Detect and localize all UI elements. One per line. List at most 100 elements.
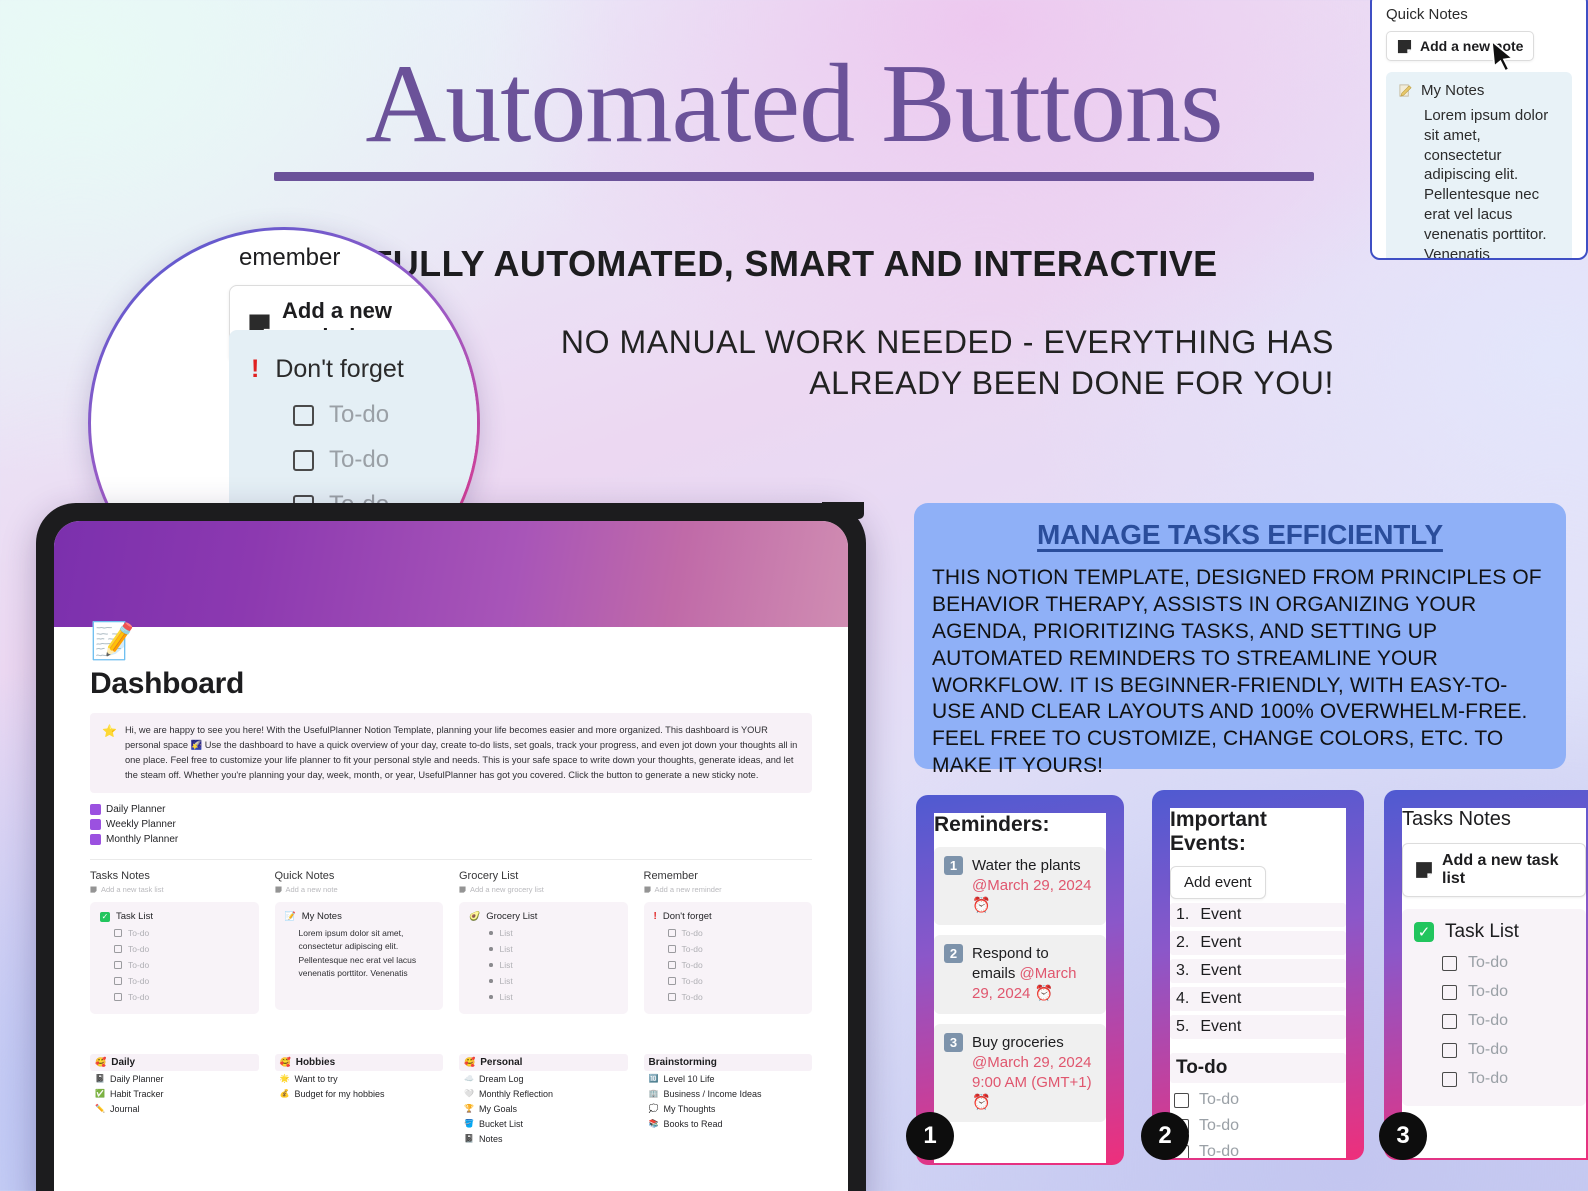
checkbox-icon[interactable] (667, 977, 676, 986)
event-number: 4. (1176, 990, 1190, 1007)
task-todo-row[interactable]: To-do (1414, 954, 1574, 972)
smiling-face-hearts-icon: 🥰 (279, 1057, 291, 1068)
todo-label: To-do (128, 944, 150, 955)
group-row[interactable]: ☁️ Dream Log (459, 1071, 628, 1086)
checkbox-icon[interactable] (1442, 955, 1457, 971)
checkbox-icon[interactable] (1442, 984, 1457, 1000)
add-new-task-list-button[interactable]: Add a new task list (1402, 843, 1586, 897)
todo-row[interactable]: To-do (100, 960, 249, 970)
card-body-text: Lorem ipsum dolor sit amet, consectetur … (298, 928, 417, 978)
column-add-button[interactable]: Add a new grocery list (459, 885, 628, 894)
column-head: Quick Notes (274, 870, 335, 883)
group-head: Brainstorming (643, 1054, 812, 1072)
checkbox-icon[interactable] (114, 961, 122, 970)
reminder-item[interactable]: 2 Respond to emails @March 29, 2024 ⏰ (934, 935, 1106, 1014)
group-row[interactable]: 🏆 My Goals (459, 1101, 628, 1116)
group-row[interactable]: 🔟 Level 10 Life (644, 1071, 813, 1086)
star-icon: 🌟 (279, 1074, 290, 1084)
group-row[interactable]: 🌟 Want to try (275, 1071, 444, 1086)
group-row[interactable]: ✏️ Journal (90, 1101, 259, 1116)
task-todo-row[interactable]: To-do (1414, 1041, 1574, 1059)
checkbox-icon[interactable] (293, 404, 314, 426)
dont-forget-title: Don't forget (275, 355, 404, 383)
checkbox-icon[interactable] (1442, 1071, 1457, 1087)
group-row[interactable]: 📓 Daily Planner (90, 1071, 259, 1086)
todo-label: To-do (128, 976, 150, 987)
checkbox-icon[interactable] (667, 993, 676, 1002)
todo-row[interactable]: To-do (654, 928, 803, 938)
welcome-callout: ⭐ Hi, we are happy to see you here! With… (90, 713, 812, 794)
task-todo-row[interactable]: To-do (1414, 1070, 1574, 1088)
reminder-number-badge: 2 (944, 944, 963, 964)
group-row[interactable]: 🏢 Business / Income Ideas (644, 1086, 813, 1101)
checkbox-icon[interactable] (114, 945, 122, 954)
group-row[interactable]: 💰 Budget for my hobbies (275, 1086, 444, 1101)
events-todo-row[interactable]: To-do (1170, 1117, 1346, 1135)
todo-row[interactable]: To-do (654, 992, 803, 1002)
planner-link-label: Monthly Planner (106, 834, 179, 846)
events-todo-row[interactable]: To-do (1170, 1143, 1346, 1158)
purple-book-icon: 📓 (95, 1074, 105, 1084)
remember-section-label: emember (239, 244, 341, 271)
group-row[interactable]: 🪣 Bucket List (459, 1116, 628, 1131)
dashboard-group: 🥰 Hobbies 🌟 Want to try 💰 Budget for my hobbi… (274, 1054, 444, 1146)
group-row[interactable]: 📚 Books to Read (644, 1116, 813, 1131)
column-add-label: Add a new task list (101, 885, 164, 895)
group-row-label: Budget for my hobbies (294, 1088, 385, 1099)
todo-row[interactable]: To-do (100, 992, 249, 1002)
task-todo-row[interactable]: To-do (1414, 983, 1574, 1001)
todo-row[interactable]: To-do (654, 960, 803, 970)
todo-label: To-do (1199, 1091, 1240, 1108)
magnifier-todo-row[interactable]: To-do (229, 446, 477, 474)
card-title: Grocery List (486, 911, 538, 923)
checkbox-icon[interactable] (114, 977, 122, 986)
column-add-button[interactable]: Add a new reminder (643, 885, 813, 894)
checkbox-icon[interactable] (667, 929, 676, 938)
column-add-button[interactable]: Add a new note (274, 885, 444, 894)
purple-book-icon (90, 804, 101, 816)
checkbox-icon[interactable] (114, 929, 122, 938)
checkbox-icon[interactable] (667, 961, 676, 970)
task-todo-row[interactable]: To-do (1414, 1012, 1574, 1030)
group-row[interactable]: 📓 Notes (459, 1131, 628, 1146)
bullet-row: List (469, 992, 618, 1002)
events-todo-row[interactable]: To-do (1170, 1091, 1346, 1109)
checkbox-icon[interactable] (1442, 1013, 1457, 1029)
event-number: 3. (1176, 962, 1190, 979)
card-title: My Notes (301, 911, 342, 923)
planner-link[interactable]: Daily Planner (90, 802, 812, 817)
event-row[interactable]: 1. Event (1170, 903, 1346, 927)
group-row[interactable]: 💭 My Thoughts (644, 1101, 813, 1116)
todo-label: To-do (681, 944, 703, 955)
checkbox-icon[interactable] (1174, 1092, 1189, 1108)
group-row[interactable]: ✅ Habit Tracker (90, 1086, 259, 1101)
add-event-button[interactable]: Add event (1170, 866, 1266, 899)
group-head-label: Daily (111, 1057, 136, 1069)
notebook-icon: 📓 (464, 1134, 474, 1144)
todo-row[interactable]: To-do (100, 976, 249, 986)
planner-link[interactable]: Monthly Planner (90, 832, 812, 847)
todo-label: To-do (1468, 1070, 1509, 1087)
checkbox-icon[interactable] (667, 945, 676, 954)
todo-row[interactable]: To-do (654, 944, 803, 954)
planner-link[interactable]: Weekly Planner (90, 817, 812, 832)
event-row[interactable]: 2. Event (1170, 931, 1346, 955)
reminder-item[interactable]: 3 Buy groceries @March 29, 2024 9:00 AM (… (934, 1023, 1106, 1122)
reminder-item[interactable]: 1 Water the plants @March 29, 2024 ⏰ (934, 847, 1106, 926)
checkbox-icon[interactable] (114, 993, 122, 1002)
checkbox-icon[interactable] (1442, 1042, 1457, 1058)
todo-row[interactable]: To-do (654, 976, 803, 986)
magnifier-todo-row[interactable]: To-do (229, 401, 477, 429)
todo-row[interactable]: To-do (100, 944, 249, 954)
event-row[interactable]: 4. Event (1170, 987, 1346, 1011)
manage-tasks-title: MANAGE TASKS EFFICIENTLY (1037, 519, 1443, 550)
column-add-button[interactable]: Add a new task list (90, 885, 259, 894)
checkbox-icon[interactable] (293, 449, 314, 471)
note-title: My Notes (1421, 82, 1485, 99)
event-row[interactable]: 3. Event (1170, 959, 1346, 983)
group-row-label: My Thoughts (663, 1103, 716, 1114)
group-row[interactable]: 🤍 Monthly Reflection (459, 1086, 628, 1101)
trophy-icon: 🏆 (464, 1104, 474, 1114)
todo-row[interactable]: To-do (100, 928, 249, 938)
event-row[interactable]: 5. Event (1170, 1015, 1346, 1039)
